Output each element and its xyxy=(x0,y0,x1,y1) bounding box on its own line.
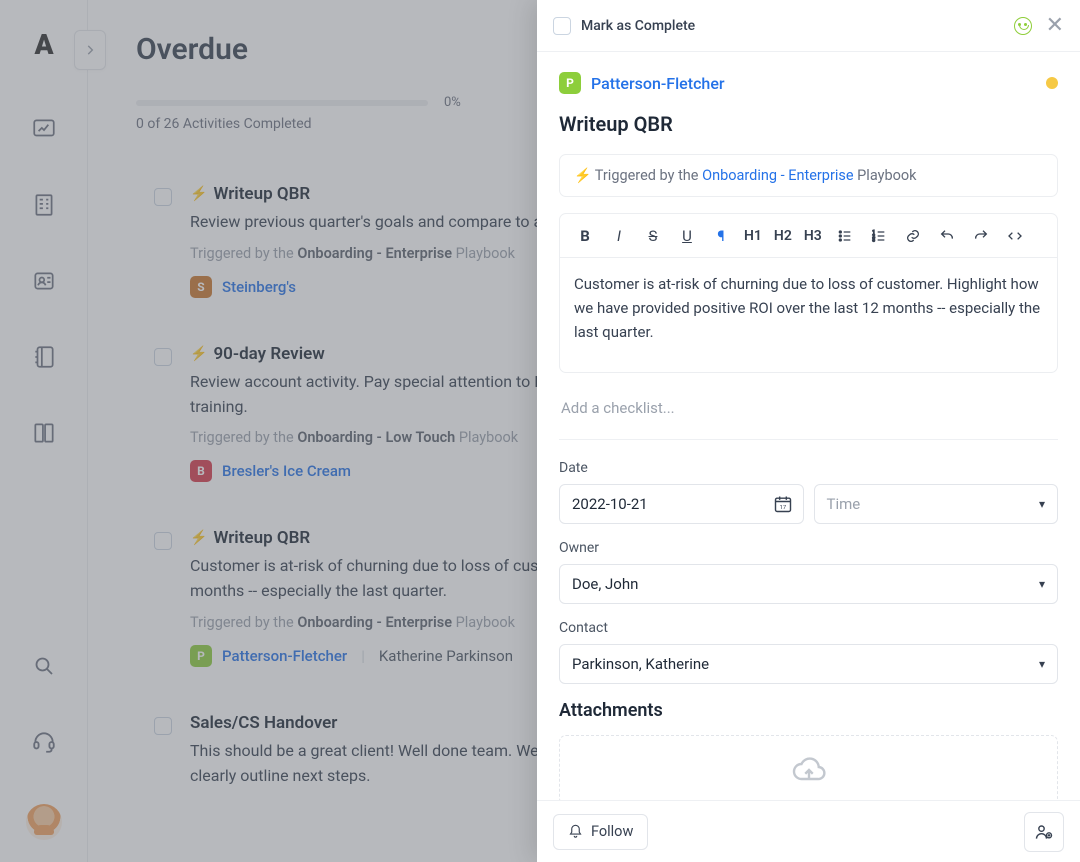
playbook-link[interactable]: Onboarding - Enterprise xyxy=(702,167,853,184)
date-label: Date xyxy=(559,460,1058,476)
mark-complete-label[interactable]: Mark as Complete xyxy=(581,18,695,34)
editor-content[interactable]: Customer is at-risk of churning due to l… xyxy=(560,258,1057,372)
h1-button[interactable]: H1 xyxy=(740,221,766,251)
h2-button[interactable]: H2 xyxy=(770,221,796,251)
numbered-list-button[interactable]: 123 xyxy=(864,221,894,251)
contact-label: Contact xyxy=(559,620,1058,636)
trigger-box: ⚡ Triggered by the Onboarding - Enterpri… xyxy=(559,154,1058,197)
panel-footer: Follow xyxy=(537,800,1080,862)
bolt-icon: ⚡ xyxy=(574,168,591,184)
owner-label: Owner xyxy=(559,540,1058,556)
redo-button[interactable] xyxy=(966,221,996,251)
editor-toolbar: B I S U ¶ H1 H2 H3 123 xyxy=(560,214,1057,258)
contact-select[interactable]: Parkinson, Katherine xyxy=(559,644,1058,684)
strikethrough-button[interactable]: S xyxy=(638,221,668,251)
panel-account-badge: P xyxy=(559,72,581,94)
h3-button[interactable]: H3 xyxy=(800,221,826,251)
bullet-list-button[interactable] xyxy=(830,221,860,251)
rich-text-editor: B I S U ¶ H1 H2 H3 123 Customer is at-ri… xyxy=(559,213,1058,373)
task-detail-panel: Mark as Complete ✕ P Patterson-Fletcher … xyxy=(537,0,1080,862)
italic-button[interactable]: I xyxy=(604,221,634,251)
mark-complete-checkbox[interactable] xyxy=(553,17,571,35)
bell-icon xyxy=(568,824,583,839)
link-button[interactable] xyxy=(898,221,928,251)
svg-text:17: 17 xyxy=(779,505,786,511)
panel-header: Mark as Complete ✕ xyxy=(537,0,1080,52)
panel-account-link[interactable]: Patterson-Fletcher xyxy=(591,74,1036,93)
owner-select[interactable]: Doe, John xyxy=(559,564,1058,604)
bold-button[interactable]: B xyxy=(570,221,600,251)
task-title[interactable]: Writeup QBR xyxy=(559,112,1058,136)
time-select[interactable]: Time xyxy=(814,484,1059,524)
follow-button[interactable]: Follow xyxy=(553,814,648,850)
add-checklist-input[interactable]: Add a checklist... xyxy=(559,393,1058,439)
attachments-heading: Attachments xyxy=(559,700,1058,721)
date-input[interactable]: 2022-10-21 17 xyxy=(559,484,804,524)
underline-button[interactable]: U xyxy=(672,221,702,251)
sentiment-icon[interactable] xyxy=(1014,17,1032,35)
calendar-icon[interactable]: 17 xyxy=(773,494,793,518)
attachment-dropzone[interactable] xyxy=(559,735,1058,800)
assign-button[interactable] xyxy=(1024,812,1064,852)
undo-button[interactable] xyxy=(932,221,962,251)
paragraph-button[interactable]: ¶ xyxy=(706,221,736,251)
close-icon[interactable]: ✕ xyxy=(1046,15,1064,37)
svg-text:3: 3 xyxy=(872,237,875,243)
code-button[interactable] xyxy=(1000,221,1030,251)
health-dot-icon xyxy=(1046,77,1058,89)
